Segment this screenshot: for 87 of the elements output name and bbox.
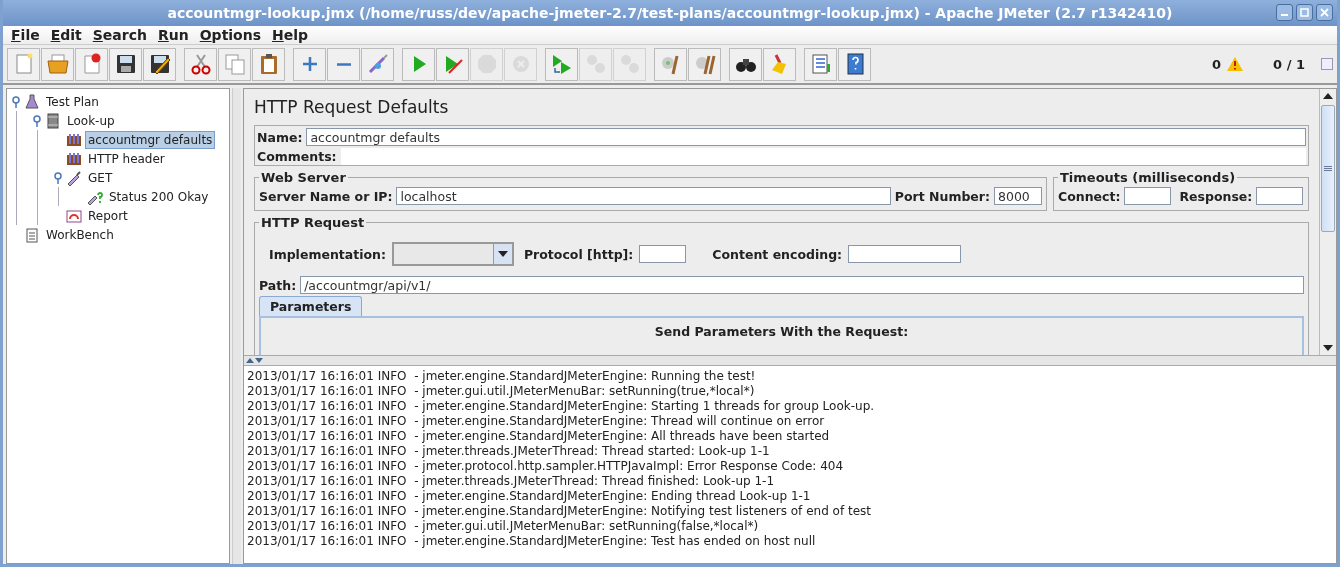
field-label: Protocol [http]:: [523, 246, 634, 262]
close-icon: [1320, 8, 1329, 17]
scroll-down-icon: [1323, 345, 1333, 351]
expand-handle-icon[interactable]: [11, 95, 21, 108]
rack-icon: [66, 150, 82, 167]
toolbar-button[interactable]: [143, 47, 176, 81]
toolbar-button[interactable]: [109, 47, 142, 81]
field-label: Server Name or IP:: [259, 188, 393, 204]
field-label: Comments:: [257, 149, 337, 164]
log-line: 2013/01/17 16:16:01 INFO - jmeter.engine.StandardJMeterEngine: Thread will continue on error: [247, 414, 826, 429]
log-line: 2013/01/17 16:16:01 INFO - jmeter.gui.util.JMeterMenuBar: setRunning(true,*local*): [247, 384, 756, 399]
tree-item[interactable]: Report: [85, 206, 131, 225]
menu-item[interactable]: Options: [195, 26, 269, 44]
comments-field[interactable]: [340, 148, 1306, 165]
field-label: Connect:: [1058, 188, 1121, 204]
log-line: 2013/01/17 16:16:01 INFO - jmeter.protocol.http.sampler.HTTPJavaImpl: Error Response Code: 404: [247, 459, 845, 474]
log-line: 2013/01/17 16:16:01 INFO - jmeter.engine.StandardJMeterEngine: Ending thread Look-up 1-1: [247, 489, 812, 504]
close-button[interactable]: [1316, 4, 1333, 21]
clipboard-icon: [24, 226, 40, 243]
tree-item[interactable]: WorkBench: [43, 225, 117, 244]
log-line: 2013/01/17 16:16:01 INFO - jmeter.threads.JMeterThread: Thread finished: Look-up 1-1: [247, 474, 776, 489]
encoding-field[interactable]: [848, 245, 962, 263]
window-title: accountmgr-lookup.jmx (/home/russ/dev/apache-jmeter-2.7/test-plans/accountmgr-lookup.jmx) - Apache JMeter (2.7 r1342410): [167, 5, 1173, 21]
scroll-up-icon: [1323, 93, 1333, 99]
log-line: 2013/01/17 16:16:01 INFO - jmeter.gui.util.JMeterMenuBar: setRunning(false,*local*): [247, 519, 760, 534]
expand-handle-icon[interactable]: [32, 114, 42, 127]
menu-item[interactable]: File: [7, 26, 47, 44]
panel-title: HTTP Request Defaults: [254, 97, 450, 117]
maximize-button[interactable]: [1296, 4, 1313, 21]
table-title: Send Parameters With the Request:: [654, 324, 909, 341]
rack-icon: [66, 131, 82, 148]
toolbar-button[interactable]: [838, 47, 871, 81]
tree-item[interactable]: Status 200 Okay: [106, 187, 212, 206]
menu-item[interactable]: Search: [88, 26, 154, 44]
group-title: HTTP Request: [260, 215, 366, 230]
flask-icon: [24, 93, 40, 110]
group-title: Timeouts (milliseconds): [1059, 170, 1237, 185]
field-label: Response:: [1179, 188, 1253, 204]
tab[interactable]: Parameters: [259, 296, 363, 316]
response-field[interactable]: [1256, 187, 1304, 205]
grip-icon: [1324, 166, 1332, 171]
port-field[interactable]: 8000: [994, 187, 1042, 205]
log-line: 2013/01/17 16:16:01 INFO - jmeter.engine.StandardJMeterEngine: All threads have been started: [247, 429, 831, 444]
split-up-icon[interactable]: [246, 358, 254, 363]
log-line: 2013/01/17 16:16:01 INFO - jmeter.engine.StandardJMeterEngine: Notifying test listeners of end of test: [247, 504, 872, 519]
tree-item[interactable]: accountmgr defaults: [85, 130, 216, 149]
path-field[interactable]: /accountmgr/api/v1/: [300, 276, 1304, 294]
minus-icon: [336, 62, 351, 66]
spool-icon: [45, 112, 61, 129]
group-title: Web Server: [260, 170, 347, 185]
field-label: Path:: [259, 277, 297, 293]
dropdown-arrow-icon: [497, 251, 508, 257]
menu-item[interactable]: Run: [154, 26, 196, 44]
status-indicator: [1321, 58, 1333, 70]
tree-item[interactable]: Test Plan: [43, 92, 102, 111]
error-count: 0: [1212, 56, 1222, 72]
pipette-icon: [66, 169, 82, 186]
field-label: Implementation:: [269, 246, 386, 262]
gauge-icon: [66, 207, 82, 224]
split-down-icon[interactable]: [255, 358, 263, 363]
log-line: 2013/01/17 16:16:01 INFO - jmeter.engine.StandardJMeterEngine: Running the test!: [247, 369, 757, 384]
thread-count: 0 / 1: [1273, 56, 1305, 72]
log-line: 2013/01/17 16:16:01 INFO - jmeter.engine.StandardJMeterEngine: Test has ended on host null: [247, 534, 817, 549]
menu-item[interactable]: Edit: [46, 26, 89, 44]
server-field[interactable]: localhost: [396, 187, 891, 205]
copy-icon: [222, 52, 247, 76]
folder-icon: [45, 52, 70, 76]
field-label: Content encoding:: [712, 246, 843, 262]
field-label: Port Number:: [894, 188, 990, 204]
tree-item[interactable]: Look-up: [64, 111, 118, 130]
tree-item[interactable]: GET: [85, 168, 116, 187]
tree-item[interactable]: HTTP header: [85, 149, 168, 168]
name-field[interactable]: accountmgr defaults: [306, 128, 1306, 146]
toolbar-button[interactable]: [252, 47, 285, 81]
minimize-button[interactable]: [1276, 4, 1293, 21]
scrollbar[interactable]: [1319, 89, 1336, 355]
expand-handle-icon[interactable]: [53, 171, 63, 184]
connect-field[interactable]: [1124, 187, 1172, 205]
log-line: 2013/01/17 16:16:01 INFO - jmeter.engine.StandardJMeterEngine: Starting 1 threads for group Look-up.: [247, 399, 876, 414]
menu-item[interactable]: Help: [268, 26, 316, 44]
field-label: Name:: [257, 129, 303, 145]
protocol-field[interactable]: [639, 245, 687, 263]
toolbar-button[interactable]: [729, 47, 762, 81]
maximize-icon: [1300, 8, 1309, 17]
implementation-dropdown[interactable]: [391, 242, 514, 266]
warning-icon: [1227, 57, 1244, 71]
log-line: 2013/01/17 16:16:01 INFO - jmeter.threads.JMeterThread: Thread started: Look-up 1-1: [247, 444, 771, 459]
